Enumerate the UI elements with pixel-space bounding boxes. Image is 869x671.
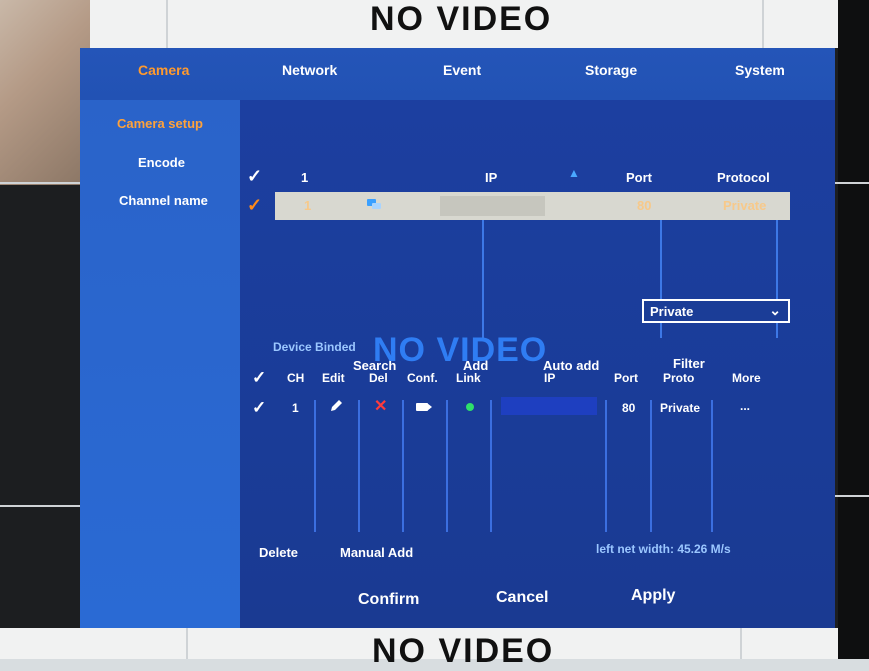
col-header-number: 1 [301, 170, 309, 185]
triangle-up-icon[interactable]: ▲ [568, 166, 580, 180]
tile-divider [835, 495, 869, 497]
column-divider [358, 400, 360, 532]
col-header-binded-port: Port [614, 371, 638, 385]
column-divider [490, 400, 492, 532]
delete-button[interactable]: Delete [259, 545, 298, 560]
chevron-down-icon: ⌄ [769, 302, 781, 318]
link-status-icon [466, 403, 474, 411]
column-divider [605, 400, 607, 532]
column-divider [650, 400, 652, 532]
col-header-more: More [732, 371, 761, 385]
no-video-top: NO VIDEO [370, 0, 553, 38]
binded-select-all-checkbox[interactable]: ✓ [252, 368, 266, 388]
row-port: 80 [637, 198, 652, 213]
binded-row-proto: Private [660, 401, 701, 415]
col-header-del: Del [369, 371, 388, 385]
sidebar: Camera setup Encode Channel name [80, 100, 240, 628]
col-header-protocol[interactable]: Protocol [717, 170, 770, 185]
column-divider [314, 400, 316, 532]
column-divider [402, 400, 404, 532]
pencil-icon[interactable] [328, 398, 344, 414]
col-header-ip[interactable]: IP [485, 170, 497, 185]
table-row-selected[interactable]: 1 80 Private [275, 192, 790, 220]
apply-button[interactable]: Apply [631, 587, 675, 605]
filter-label: Filter [673, 356, 705, 371]
col-header-edit: Edit [322, 371, 345, 385]
binded-row-ch: 1 [292, 401, 299, 415]
top-navigation: Camera Network Event Storage System [80, 48, 835, 100]
column-divider [711, 400, 713, 532]
cancel-button[interactable]: Cancel [496, 589, 548, 607]
tab-event[interactable]: Event [443, 62, 481, 78]
col-header-binded-ip: IP [544, 371, 556, 385]
column-divider [482, 220, 484, 338]
select-all-checkbox[interactable]: ✓ [247, 166, 262, 187]
ip-value-box [440, 196, 545, 216]
camera-feed-corner [0, 0, 90, 185]
tile-divider [0, 505, 80, 507]
no-video-overlay: NO VIDEO [373, 331, 548, 369]
manual-add-button[interactable]: Manual Add [340, 545, 413, 560]
delete-x-icon[interactable]: ✕ [374, 396, 387, 416]
sidebar-item-channel-name[interactable]: Channel name [119, 193, 208, 208]
tab-camera[interactable]: Camera [138, 62, 189, 78]
net-width-status: left net width: 45.26 M/s [596, 542, 731, 556]
col-header-proto: Proto [663, 371, 695, 385]
col-header-port[interactable]: Port [626, 170, 652, 185]
filter-value: Private [650, 304, 694, 319]
binded-row-port: 80 [622, 401, 636, 415]
no-video-bottom: NO VIDEO [372, 632, 555, 670]
tile-divider [186, 628, 188, 659]
device-binded-title: Device Binded [273, 340, 356, 354]
sidebar-item-camera-setup[interactable]: Camera setup [117, 116, 203, 131]
tab-network[interactable]: Network [282, 62, 337, 78]
tile-divider [835, 182, 869, 184]
more-button[interactable]: ... [740, 399, 750, 413]
binded-ip-value [501, 397, 597, 415]
column-divider [446, 400, 448, 532]
col-header-link: Link [456, 371, 481, 385]
col-header-conf: Conf. [407, 371, 438, 385]
confirm-button[interactable]: Confirm [358, 591, 419, 609]
tile-divider [740, 628, 742, 659]
tile-divider [0, 182, 80, 184]
row-protocol: Private [723, 198, 767, 213]
tab-system[interactable]: System [735, 62, 785, 78]
tile-divider [166, 0, 168, 48]
filter-select[interactable]: Private ⌄ [642, 299, 790, 323]
row-checkbox[interactable]: ✓ [247, 195, 262, 216]
binded-row-checkbox[interactable]: ✓ [252, 398, 266, 418]
right-edge [838, 0, 869, 659]
device-icon-overlay [372, 203, 381, 209]
tile-divider [762, 0, 764, 48]
tab-storage[interactable]: Storage [585, 62, 637, 78]
sidebar-item-encode[interactable]: Encode [138, 155, 185, 170]
camera-config-icon-lens [427, 403, 432, 411]
col-header-ch: CH [287, 371, 305, 385]
row-number: 1 [304, 198, 312, 213]
